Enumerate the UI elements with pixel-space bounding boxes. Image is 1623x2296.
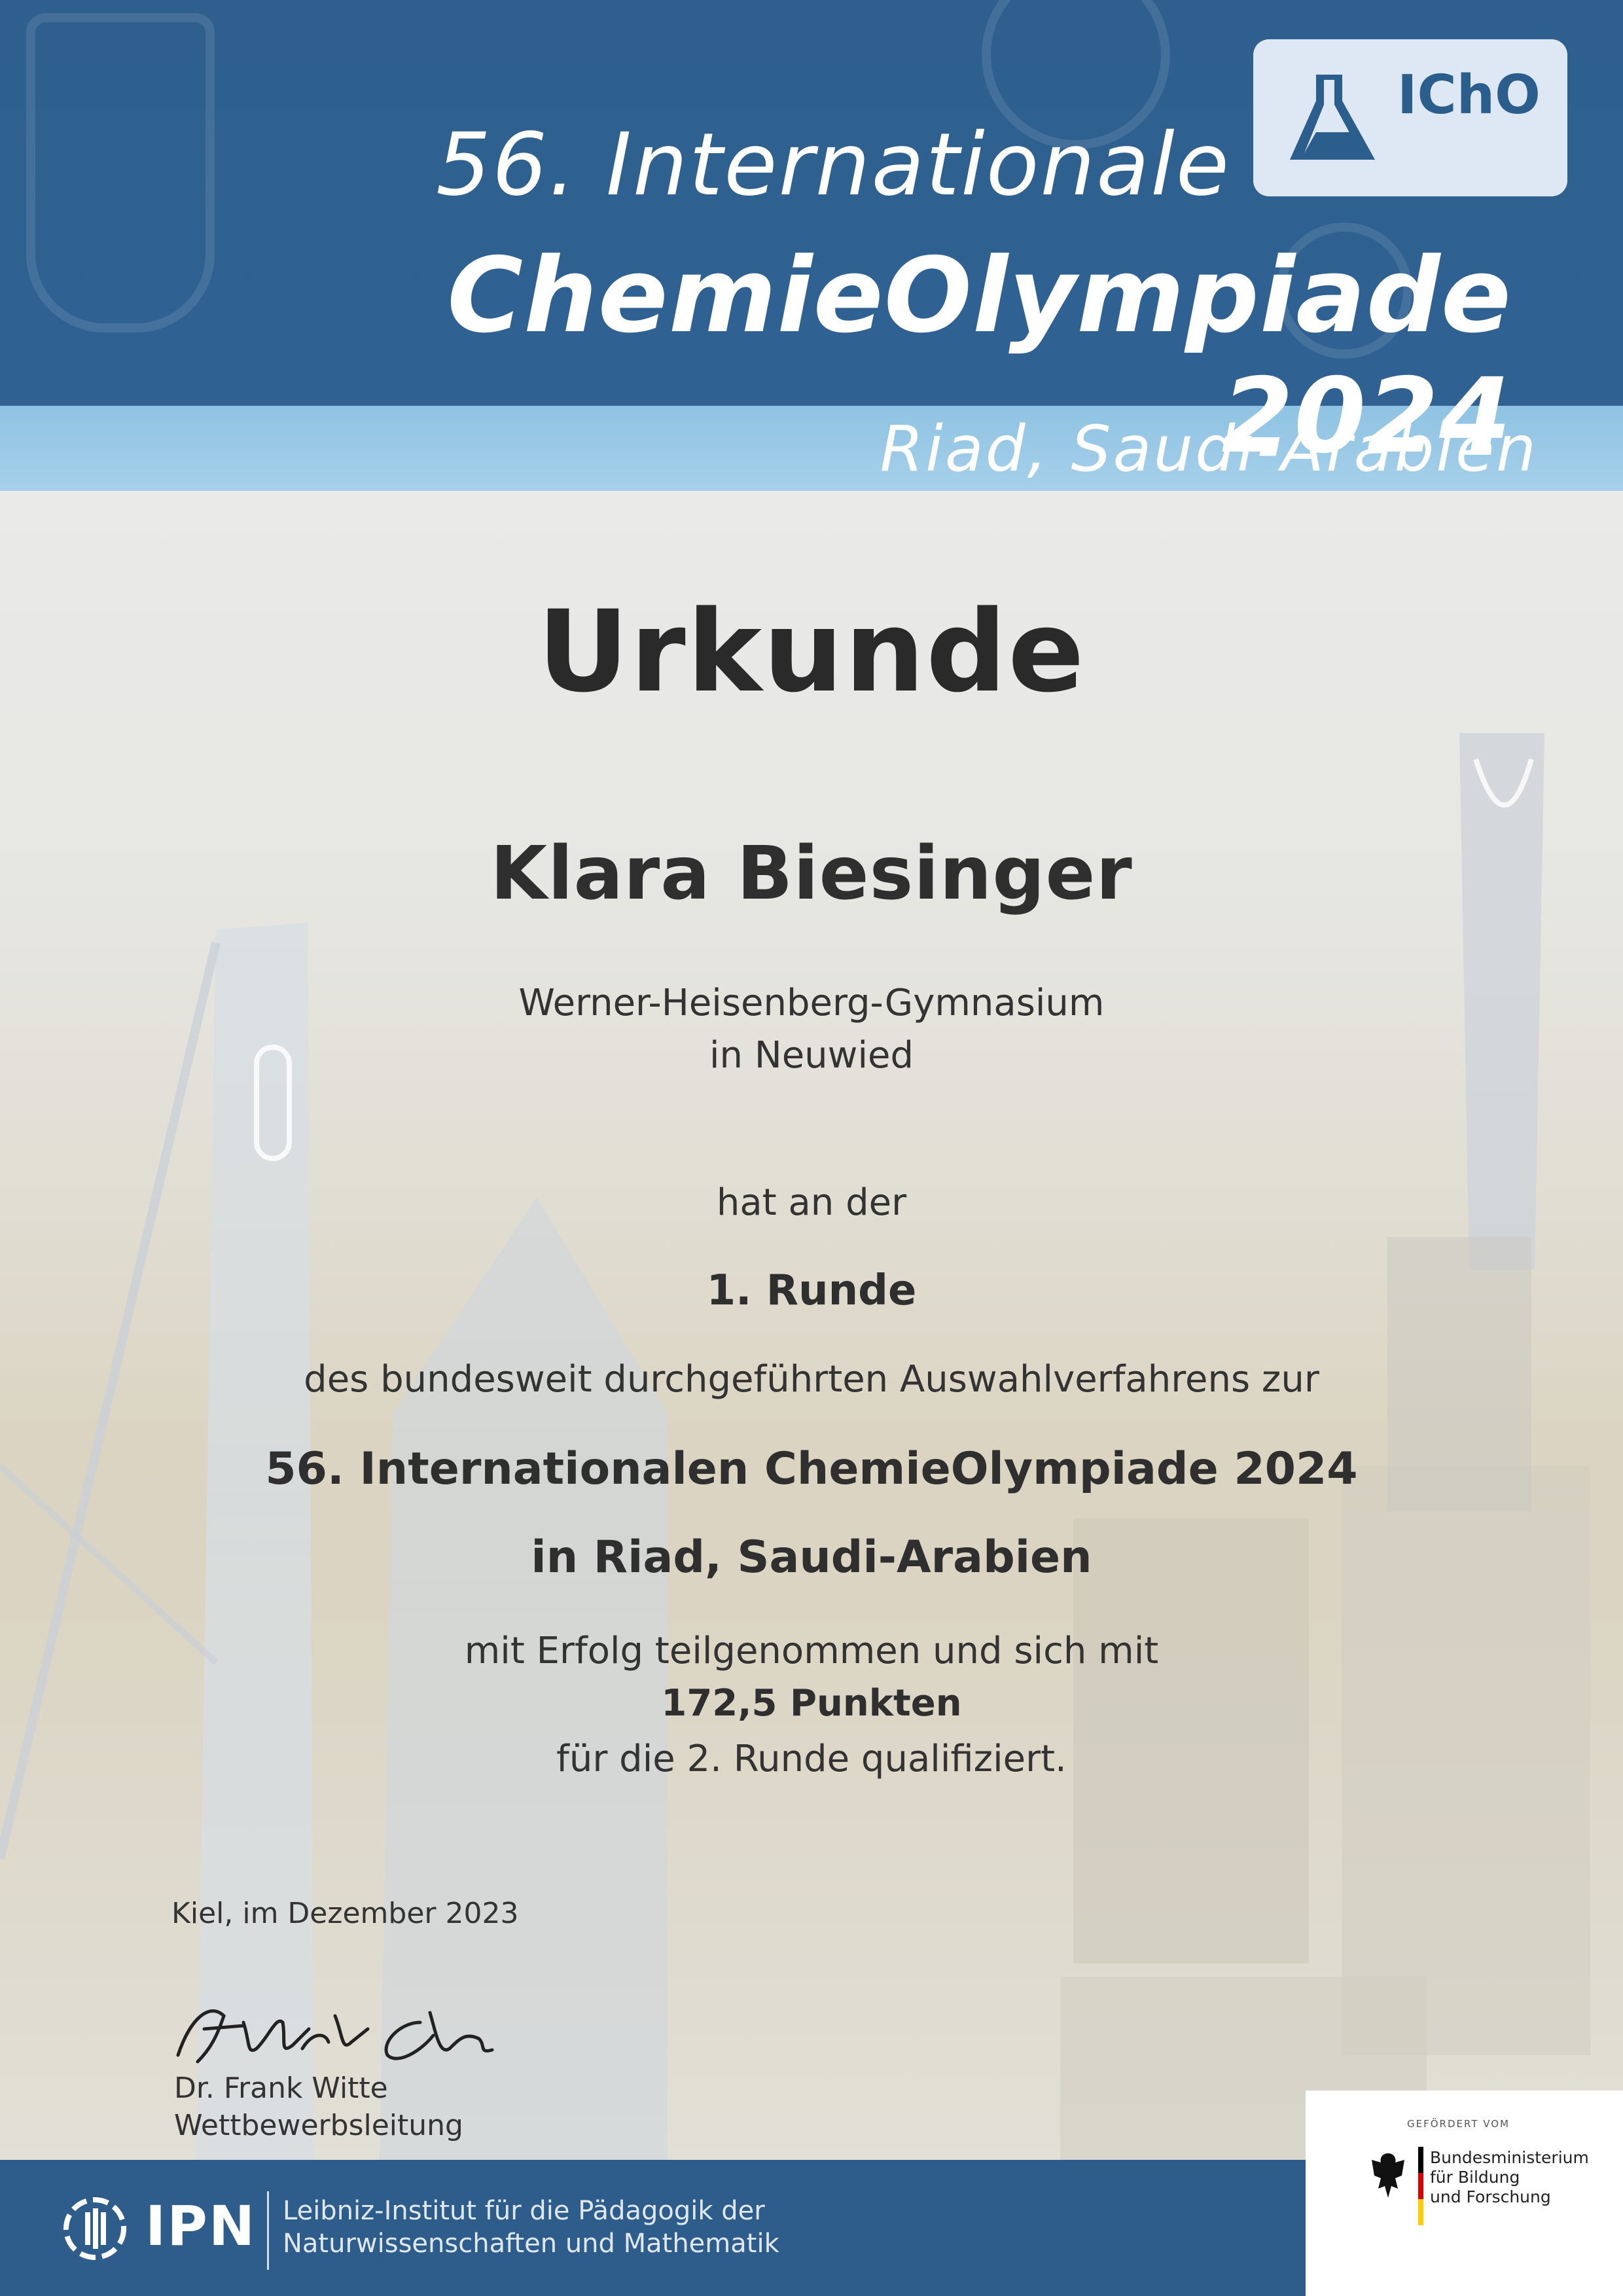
icho-logo: IChO [1253,39,1567,196]
footer-divider [267,2191,269,2270]
selection-text: des bundesweit durchgeführten Auswahlver… [304,1358,1319,1401]
competition-name: 56. Internationalen ChemieOlympiade 2024 [265,1443,1358,1495]
ipn-name-line1: Leibniz-Institut für die Pädagogik der [283,2196,765,2226]
school-name: Werner-Heisenberg-Gymnasium [518,982,1105,1024]
ministry-name-line3: und Forschung [1430,2187,1551,2206]
federal-eagle-icon [1372,2153,1404,2198]
participation-text: hat an der [716,1181,907,1224]
bmbf-funding-box: GEFÖRDERT VOM Bundesministerium für Bild… [1306,2090,1623,2296]
school-city: in Neuwied [709,1034,914,1077]
place-date: Kiel, im Dezember 2023 [171,1897,519,1930]
competition-location: in Riad, Saudi-Arabien [531,1532,1092,1583]
flask-icon [1290,75,1375,160]
recipient-name: Klara Biesinger [490,831,1133,916]
ministry-name-line2: für Bildung [1430,2168,1520,2187]
ministry-name-line1: Bundesministerium [1430,2148,1589,2167]
funded-by-label: GEFÖRDERT VOM [1407,2118,1510,2130]
result-text-line1: mit Erfolg teilgenommen und sich mit [464,1630,1159,1672]
certificate-title: Urkunde [537,586,1086,717]
ipn-logo-icon [63,2197,126,2260]
handwritten-signature [176,2009,494,2064]
header-title-line1: 56. Internationale [436,115,1230,215]
result-text-line2: für die 2. Runde qualifiziert. [556,1738,1067,1780]
signer-role: Wettbewerbsleitung [174,2109,463,2142]
german-flag-bar [1418,2147,1423,2225]
icho-logo-text: IChO [1397,64,1541,126]
ipn-label: IPN [145,2194,257,2258]
ipn-name-line2: Naturwissenschaften und Mathematik [283,2229,779,2259]
result-points: 172,5 Punkten [661,1682,962,1725]
header-location: Riad, Saudi-Arabien [880,412,1538,486]
certificate-page: 56. Internationale ChemieOlympiade 2024 … [0,0,1623,2296]
round-name: 1. Runde [706,1266,917,1315]
signer-name: Dr. Frank Witte [174,2072,388,2105]
